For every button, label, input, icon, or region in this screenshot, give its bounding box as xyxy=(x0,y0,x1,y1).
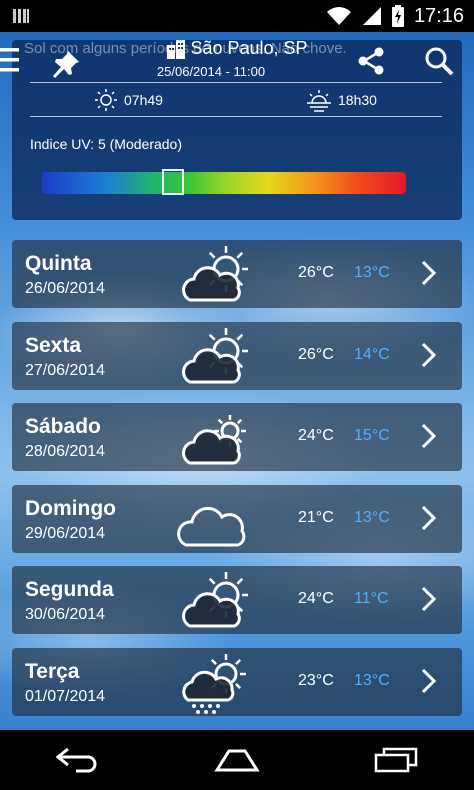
forecast-date: 28/06/2014 xyxy=(25,443,106,460)
sun-cloud-icon xyxy=(182,328,248,384)
sunrise-icon xyxy=(95,89,117,111)
header-divider-bottom xyxy=(30,116,442,117)
forecast-day: Sábado xyxy=(25,415,101,438)
signal-icon xyxy=(362,7,381,25)
sunrise-time: 07h49 xyxy=(124,92,163,108)
forecast-date: 30/06/2014 xyxy=(25,606,106,623)
chevron-right-icon[interactable] xyxy=(420,260,438,286)
forecast-min-temp: 13°C xyxy=(354,264,390,281)
forecast-min-temp: 13°C xyxy=(354,672,390,689)
cloud-icon xyxy=(177,506,246,547)
forecast-row[interactable]: Sexta 27/06/2014 26°C 14°C xyxy=(12,322,462,390)
chevron-right-icon[interactable] xyxy=(420,342,438,368)
forecast-day: Quinta xyxy=(25,252,92,275)
chevron-right-icon[interactable] xyxy=(420,423,438,449)
sunset-time: 18h30 xyxy=(338,92,377,108)
chevron-right-icon[interactable] xyxy=(420,668,438,694)
sunset-icon xyxy=(307,90,331,112)
forecast-max-temp: 24°C xyxy=(298,427,334,444)
home-icon[interactable] xyxy=(213,748,261,772)
sunrise: 07h49 xyxy=(94,88,163,112)
chevron-right-icon[interactable] xyxy=(420,505,438,531)
forecast-row[interactable]: Sábado 28/06/2014 24°C 15°C xyxy=(12,403,462,471)
search-icon[interactable] xyxy=(424,46,454,76)
uv-index-scale xyxy=(42,169,406,195)
sun-cloud-rain-icon xyxy=(182,654,246,714)
forecast-min-temp: 15°C xyxy=(354,427,390,444)
forecast-max-temp: 26°C xyxy=(298,346,334,363)
forecast-day: Sexta xyxy=(25,334,82,357)
forecast-max-temp: 26°C xyxy=(298,264,334,281)
forecast-row[interactable]: Domingo 29/06/2014 21°C 13°C xyxy=(12,485,462,553)
forecast-min-temp: 13°C xyxy=(354,509,390,526)
forecast-min-temp: 11°C xyxy=(354,590,389,607)
building-icon xyxy=(167,39,186,59)
battery-icon xyxy=(391,5,404,27)
forecast-row[interactable]: Segunda 30/06/2014 24°C 11°C xyxy=(12,566,462,634)
forecast-day: Segunda xyxy=(25,578,114,601)
recent-apps-icon[interactable] xyxy=(374,747,418,773)
location-header[interactable]: São Paulo, SP xyxy=(0,38,474,59)
forecast-row[interactable]: Terça 01/07/2014 23°C 13°C xyxy=(12,648,462,716)
forecast-day: Terça xyxy=(25,660,80,683)
sun-cloud-icon xyxy=(182,572,248,628)
forecast-max-temp: 21°C xyxy=(298,509,334,526)
sunset: 18h30 xyxy=(306,88,377,112)
forecast-date: 29/06/2014 xyxy=(25,525,106,542)
forecast-date: 01/07/2014 xyxy=(25,688,106,705)
forecast-date: 27/06/2014 xyxy=(25,362,106,379)
cloud-sun-icon xyxy=(182,415,246,465)
uv-index-marker xyxy=(162,169,184,195)
forecast-min-temp: 14°C xyxy=(354,346,390,363)
uv-index-label: Indice UV: 5 (Moderado) xyxy=(30,136,182,152)
wifi-icon xyxy=(326,7,351,25)
notification-grid-icon xyxy=(13,9,29,23)
clock: 17:16 xyxy=(413,4,464,27)
header-divider-top xyxy=(30,82,442,83)
forecast-date: 26/06/2014 xyxy=(25,280,106,297)
sun-cloud-icon xyxy=(182,246,248,302)
share-icon[interactable] xyxy=(356,46,386,76)
city-name: São Paulo, SP xyxy=(190,38,308,58)
forecast-max-temp: 23°C xyxy=(298,672,334,689)
forecast-max-temp: 24°C xyxy=(298,590,334,607)
status-bar: 17:16 xyxy=(0,0,474,32)
navigation-bar xyxy=(0,730,474,790)
forecast-row[interactable]: Quinta 26/06/2014 26°C 13°C xyxy=(12,240,462,308)
forecast-day: Domingo xyxy=(25,497,116,520)
chevron-right-icon[interactable] xyxy=(420,586,438,612)
back-icon[interactable] xyxy=(56,747,100,773)
